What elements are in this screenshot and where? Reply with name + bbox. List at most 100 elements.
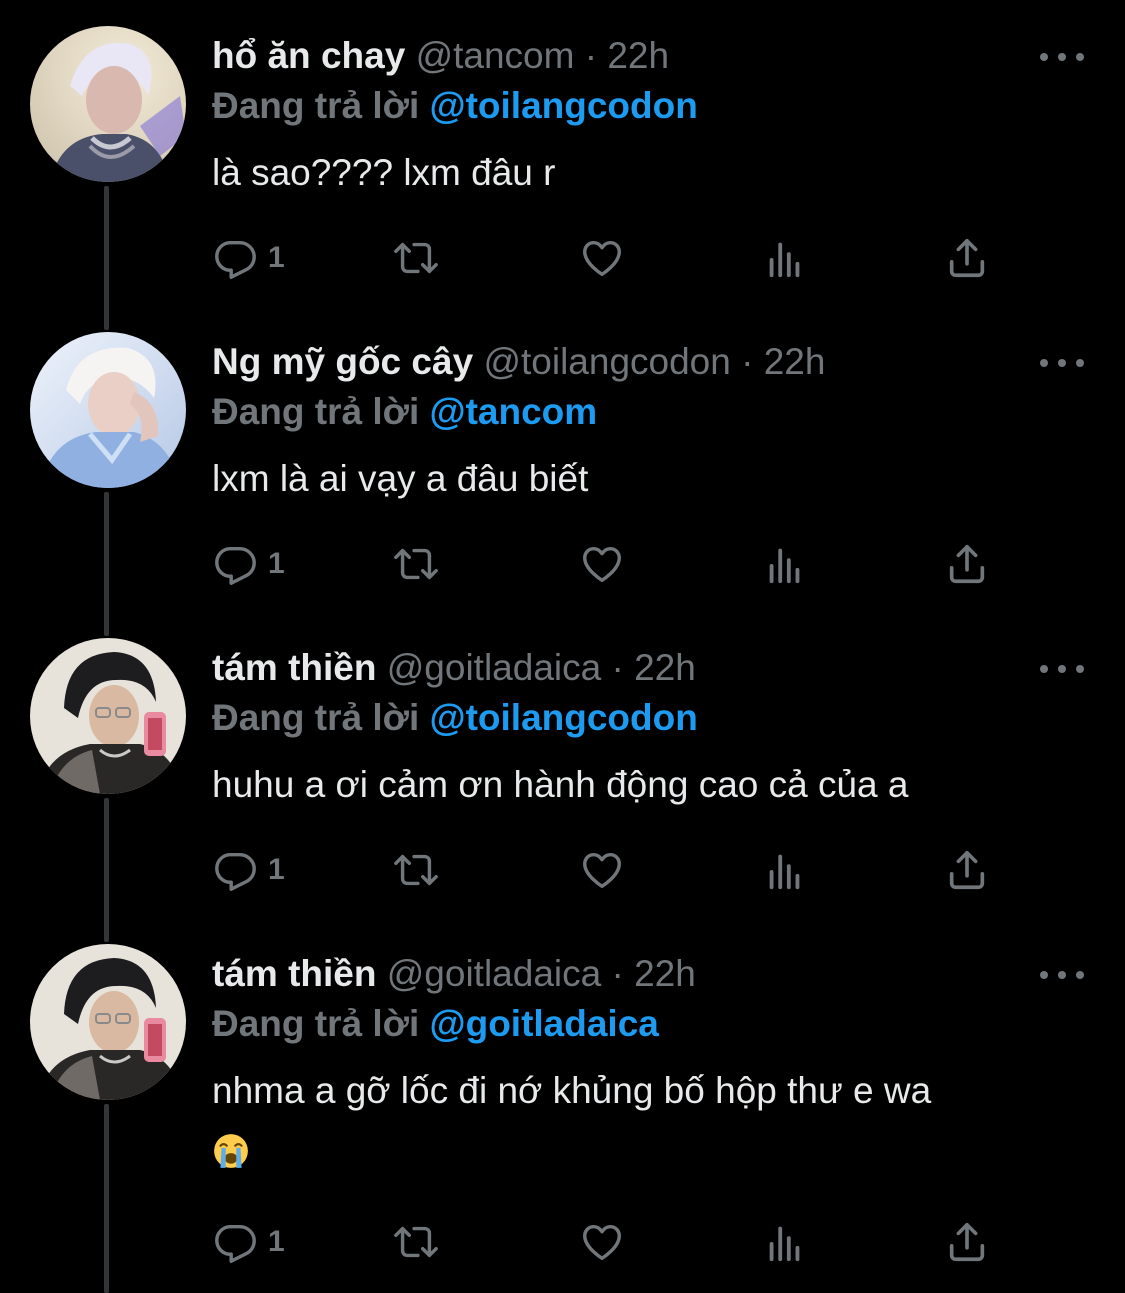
share-button[interactable]: [944, 538, 990, 590]
replying-to: Đang trả lời @tancom: [212, 388, 597, 436]
analytics-icon: [769, 548, 800, 584]
more-icon: [1040, 359, 1048, 367]
heart-icon: [583, 1224, 621, 1261]
tweet-actions: 1: [212, 1216, 1012, 1268]
analytics-icon: [769, 242, 800, 278]
views-button[interactable]: [764, 1216, 806, 1268]
more-options-button[interactable]: [1040, 44, 1084, 70]
replying-to-label: Đang trả lời: [212, 697, 420, 738]
reply-icon: [215, 546, 256, 585]
reply-count: 1: [268, 853, 285, 886]
more-icon: [1040, 53, 1048, 61]
like-button[interactable]: [578, 538, 626, 590]
tweet-text-content: nhma a gỡ lốc đi nớ khủng bố hộp thư e w…: [212, 1070, 932, 1111]
like-button[interactable]: [578, 232, 626, 284]
retweet-button[interactable]: [390, 538, 442, 590]
heart-icon: [583, 546, 621, 583]
avatar[interactable]: [30, 638, 186, 794]
more-icon-dot: [1076, 359, 1084, 367]
more-icon-dot: [1076, 971, 1084, 979]
more-options-button[interactable]: [1040, 350, 1084, 376]
tweet[interactable]: hổ ăn chay @tancom · 22h Đang trả lời @t…: [0, 26, 1125, 306]
tweet-text: huhu a ơi cảm ơn hành động cao cả của a: [212, 764, 909, 805]
more-icon-dot: [1058, 359, 1066, 367]
user-handle[interactable]: @goitladaica: [387, 953, 601, 994]
more-icon-dot: [1076, 53, 1084, 61]
analytics-icon: [769, 854, 800, 890]
separator-dot: ·: [611, 953, 624, 994]
reply-icon: [215, 1224, 256, 1263]
separator-dot: ·: [584, 35, 598, 76]
separator-dot: ·: [741, 341, 754, 382]
replying-to: Đang trả lời @goitladaica: [212, 1000, 659, 1048]
share-button[interactable]: [944, 1216, 990, 1268]
retweet-icon: [394, 548, 438, 580]
retweet-button[interactable]: [390, 232, 442, 284]
replying-to-handle[interactable]: @toilangcodon: [430, 85, 698, 126]
more-options-button[interactable]: [1040, 962, 1084, 988]
tweet-text: nhma a gỡ lốc đi nớ khủng bố hộp thư e w…: [212, 1062, 1072, 1178]
loudly-crying-face-emoji: [214, 1134, 248, 1169]
reply-count: 1: [268, 241, 285, 274]
avatar[interactable]: [30, 332, 186, 488]
display-name[interactable]: tám thiền: [212, 953, 376, 994]
reply-button[interactable]: 1: [212, 844, 285, 896]
display-name[interactable]: Ng mỹ gốc cây: [212, 341, 473, 382]
more-icon-dot: [1058, 665, 1066, 673]
retweet-button[interactable]: [390, 1216, 442, 1268]
timestamp[interactable]: 22h: [634, 953, 696, 994]
display-name[interactable]: tám thiền: [212, 647, 376, 688]
like-button[interactable]: [578, 844, 626, 896]
tweet[interactable]: tám thiền @goitladaica · 22h Đang trả lờ…: [0, 638, 1125, 918]
retweet-icon: [394, 242, 438, 274]
tweet[interactable]: Ng mỹ gốc cây @toilangcodon · 22h Đang t…: [0, 332, 1125, 612]
replying-to-handle[interactable]: @goitladaica: [430, 1003, 659, 1044]
reply-button[interactable]: 1: [212, 1216, 285, 1268]
reply-count: 1: [268, 547, 285, 580]
more-icon: [1040, 971, 1048, 979]
more-icon-dot: [1058, 53, 1066, 61]
timestamp[interactable]: 22h: [764, 341, 826, 382]
share-icon: [949, 544, 985, 584]
share-icon: [949, 850, 985, 890]
reply-icon: [215, 240, 256, 279]
retweet-icon: [394, 1226, 438, 1258]
timestamp[interactable]: 22h: [607, 35, 669, 76]
avatar[interactable]: [30, 944, 186, 1100]
tweet-text: là sao???? lxm đâu r: [212, 152, 556, 193]
tweet[interactable]: tám thiền @goitladaica · 22h Đang trả lờ…: [0, 944, 1125, 1293]
views-button[interactable]: [764, 232, 806, 284]
more-options-button[interactable]: [1040, 656, 1084, 682]
timestamp[interactable]: 22h: [634, 647, 696, 688]
tweet-header: hổ ăn chay @tancom · 22h: [212, 32, 669, 80]
share-icon: [949, 1222, 985, 1262]
replying-to-handle[interactable]: @tancom: [430, 391, 598, 432]
share-icon: [949, 238, 985, 278]
display-name[interactable]: hổ ăn chay: [212, 35, 405, 76]
retweet-button[interactable]: [390, 844, 442, 896]
user-handle[interactable]: @tancom: [416, 35, 575, 76]
tweet-text: lxm là ai vạy a đâu biết: [212, 458, 589, 499]
tweet-header: Ng mỹ gốc cây @toilangcodon · 22h: [212, 338, 825, 386]
user-handle[interactable]: @goitladaica: [387, 647, 601, 688]
tweet-header: tám thiền @goitladaica · 22h: [212, 644, 696, 692]
reply-button[interactable]: 1: [212, 232, 285, 284]
more-icon: [1040, 665, 1048, 673]
share-button[interactable]: [944, 232, 990, 284]
heart-icon: [583, 852, 621, 889]
separator-dot: ·: [611, 647, 624, 688]
views-button[interactable]: [764, 844, 806, 896]
replying-to: Đang trả lời @toilangcodon: [212, 694, 698, 742]
tweet-actions: 1: [212, 232, 1012, 284]
heart-icon: [583, 240, 621, 277]
replying-to: Đang trả lời @toilangcodon: [212, 82, 698, 130]
reply-button[interactable]: 1: [212, 538, 285, 590]
user-handle[interactable]: @toilangcodon: [483, 341, 730, 382]
avatar[interactable]: [30, 26, 186, 182]
share-button[interactable]: [944, 844, 990, 896]
reply-count: 1: [268, 1225, 285, 1258]
like-button[interactable]: [578, 1216, 626, 1268]
views-button[interactable]: [764, 538, 806, 590]
replying-to-label: Đang trả lời: [212, 85, 420, 126]
replying-to-handle[interactable]: @toilangcodon: [430, 697, 698, 738]
